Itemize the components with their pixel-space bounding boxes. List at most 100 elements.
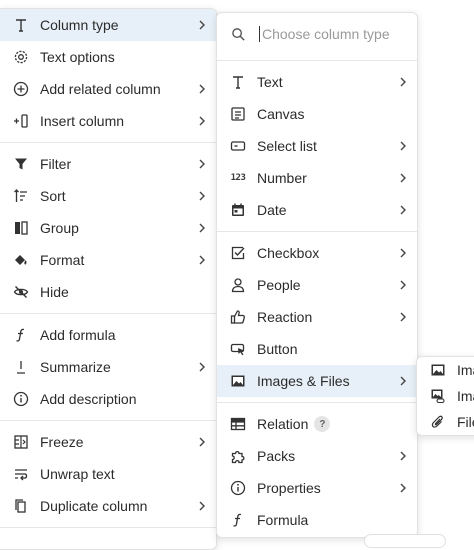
menu-item-label: Reaction [257, 309, 313, 325]
menu-item-label: Group [40, 220, 79, 236]
images-files-submenu: Ima Ima File [416, 356, 474, 436]
info-icon [229, 479, 247, 497]
menu-item-text-options[interactable]: Text options [0, 41, 216, 73]
menu-item-label: Date [257, 202, 287, 218]
chevron-right-icon [399, 269, 407, 301]
search-icon [229, 25, 247, 43]
image-icon [429, 361, 447, 379]
menu-item-label: Text [257, 74, 283, 90]
help-badge[interactable]: ? [314, 416, 331, 432]
unwrap-text-icon [12, 465, 30, 483]
menu-item-relation[interactable]: Relation ? [217, 408, 417, 440]
menu-item-label: Button [257, 341, 298, 357]
sort-icon [12, 187, 30, 205]
chevron-right-icon [399, 162, 407, 194]
menu-item-label: Sort [40, 188, 66, 204]
menu-item-button[interactable]: Button [217, 333, 417, 365]
menu-item-format[interactable]: Format [0, 244, 216, 276]
menu-item-label: Text options [40, 49, 115, 65]
menu-item-label: Canvas [257, 106, 305, 122]
menu-item-label: Properties [257, 480, 321, 496]
menu-item-column-type[interactable]: Column type [0, 9, 216, 41]
person-icon [229, 276, 247, 294]
menu-item-duplicate-column[interactable]: Duplicate column [0, 490, 216, 522]
button-icon [229, 340, 247, 358]
menu-item-group[interactable]: Group [0, 212, 216, 244]
menu-item-label: Checkbox [257, 245, 320, 261]
formula-icon [229, 511, 247, 529]
info-icon [12, 390, 30, 408]
divider [217, 231, 417, 232]
chevron-right-icon [198, 426, 206, 458]
chevron-right-icon [198, 9, 206, 41]
menu-item-number[interactable]: 123 Number [217, 162, 417, 194]
menu-item-label: Images & Files [257, 373, 350, 389]
divider [217, 402, 417, 403]
menu-item-canvas[interactable]: Canvas [217, 98, 417, 130]
menu-item-label: Duplicate column [40, 498, 148, 514]
chevron-right-icon [399, 440, 407, 472]
divider [0, 142, 216, 143]
image-link-icon [429, 387, 447, 405]
filter-icon [12, 155, 30, 173]
menu-item-text[interactable]: Text [217, 66, 417, 98]
menu-item-image-url[interactable]: Ima [417, 383, 474, 409]
menu-item-unwrap-text[interactable]: Unwrap text [0, 458, 216, 490]
search-input[interactable] [259, 26, 412, 42]
formula-icon [12, 326, 30, 344]
menu-item-label: Unwrap text [40, 466, 115, 482]
menu-item-image[interactable]: Ima [417, 357, 474, 383]
menu-item-reaction[interactable]: Reaction [217, 301, 417, 333]
chevron-right-icon [399, 472, 407, 504]
puzzle-icon [229, 447, 247, 465]
chevron-right-icon [399, 194, 407, 226]
menu-item-properties[interactable]: Properties [217, 472, 417, 504]
chevron-right-icon [198, 490, 206, 522]
insert-column-icon [12, 112, 30, 130]
menu-item-insert-column[interactable]: Insert column [0, 105, 216, 137]
menu-item-label: Select list [257, 138, 317, 154]
menu-item-formula[interactable]: Formula [217, 504, 417, 536]
menu-item-checkbox[interactable]: Checkbox [217, 237, 417, 269]
freeze-icon [12, 433, 30, 451]
column-type-search [217, 13, 417, 55]
chevron-right-icon [198, 105, 206, 137]
menu-item-sort[interactable]: Sort [0, 180, 216, 212]
group-icon [12, 219, 30, 237]
menu-item-label: Insert column [40, 113, 125, 129]
menu-item-date[interactable]: Date [217, 194, 417, 226]
menu-item-filter[interactable]: Filter [0, 148, 216, 180]
menu-item-images-files[interactable]: Images & Files [217, 365, 417, 397]
menu-item-file[interactable]: File [417, 409, 474, 435]
menu-item-packs[interactable]: Packs [217, 440, 417, 472]
menu-item-label: Freeze [40, 434, 84, 450]
divider [0, 313, 216, 314]
menu-item-people[interactable]: People [217, 269, 417, 301]
menu-item-label: Format [40, 252, 85, 268]
column-menu: Column type Text options Add related col… [0, 8, 217, 550]
menu-item-summarize[interactable]: Summarize [0, 351, 216, 383]
menu-item-add-related-column[interactable]: Add related column [0, 73, 216, 105]
menu-item-freeze[interactable]: Freeze [0, 426, 216, 458]
menu-item-label: File [457, 414, 474, 430]
chevron-right-icon [399, 237, 407, 269]
chevron-right-icon [198, 180, 206, 212]
canvas-icon [229, 105, 247, 123]
menu-item-label: Hide [40, 284, 69, 300]
select-list-icon [229, 137, 247, 155]
menu-item-add-description[interactable]: Add description [0, 383, 216, 415]
table-icon [229, 415, 247, 433]
menu-item-label: Packs [257, 448, 296, 464]
menu-item-add-formula[interactable]: Add formula [0, 319, 216, 351]
thumbs-up-icon [229, 308, 247, 326]
menu-item-select-list[interactable]: Select list [217, 130, 417, 162]
divider [217, 60, 417, 61]
chevron-right-icon [198, 73, 206, 105]
plus-circle-icon [12, 80, 30, 98]
menu-item-label: Add description [40, 391, 137, 407]
duplicate-icon [12, 497, 30, 515]
menu-item-hide[interactable]: Hide [0, 276, 216, 308]
chevron-right-icon [399, 365, 407, 397]
menu-item-label: People [257, 277, 301, 293]
chevron-right-icon [198, 244, 206, 276]
